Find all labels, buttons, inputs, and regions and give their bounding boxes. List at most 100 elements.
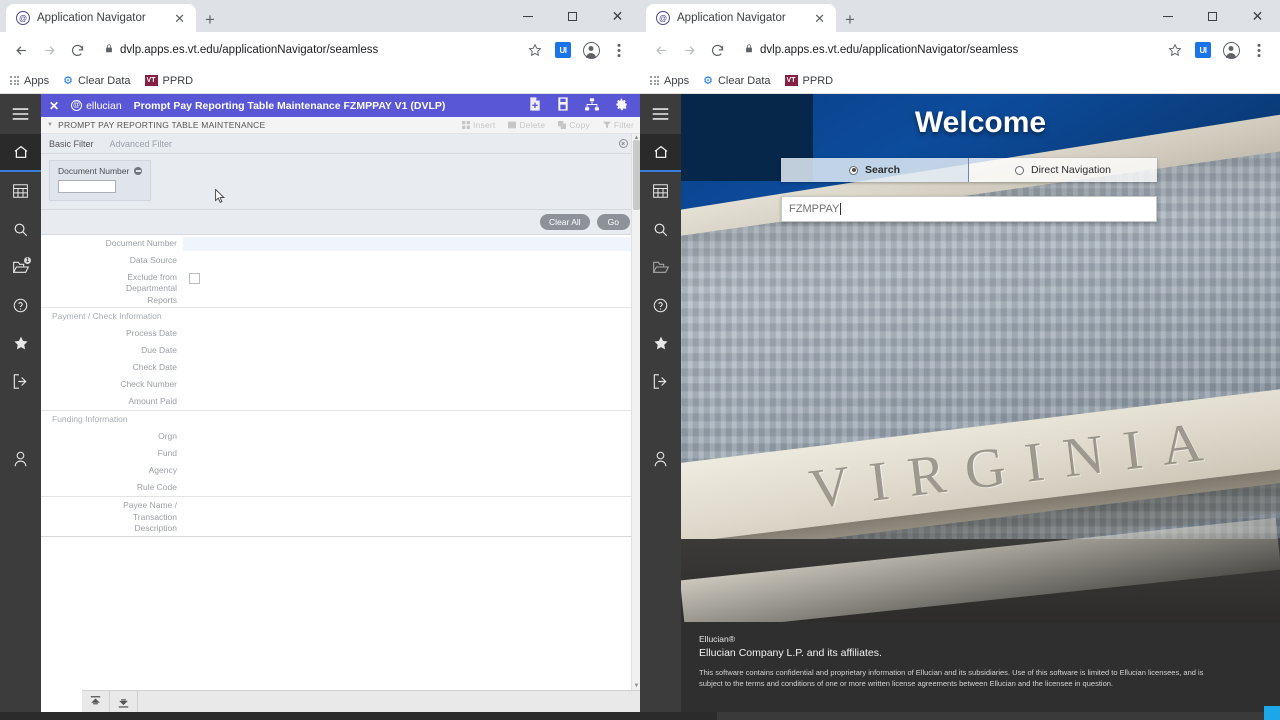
collapse-caret-icon[interactable]: ▼	[47, 122, 53, 128]
window-maximize-button[interactable]	[550, 0, 595, 32]
rail-item-favorites[interactable]	[0, 324, 41, 362]
rail-item-applications[interactable]	[640, 172, 681, 210]
chip-remove-icon[interactable]	[134, 167, 143, 175]
rail-item-search[interactable]	[640, 210, 681, 248]
bookmark-star-icon[interactable]	[522, 37, 548, 63]
radio-selected-icon	[848, 165, 858, 175]
segment-direct-navigation[interactable]: Direct Navigation	[969, 158, 1157, 182]
rail-item-my-banner[interactable]	[0, 440, 41, 478]
rail-item-recently-opened[interactable]: 1	[0, 248, 41, 286]
rail-item-recently-opened[interactable]	[640, 248, 681, 286]
close-icon: ✕	[611, 8, 624, 24]
new-tab-button[interactable]: +	[205, 11, 215, 28]
tools-gear-icon[interactable]	[615, 98, 628, 114]
tab-close-icon[interactable]: ✕	[171, 12, 188, 25]
field-value-agency[interactable]	[183, 462, 640, 476]
tab-close-icon[interactable]: ✕	[811, 12, 828, 25]
close-icon: ✕	[1251, 8, 1264, 24]
field-value-document-number[interactable]	[183, 237, 636, 251]
rail-item-sign-out[interactable]	[0, 362, 41, 400]
rail-item-home[interactable]	[640, 134, 681, 172]
scrollbar-thumb[interactable]	[633, 140, 640, 210]
bookmark-clear-data[interactable]: ⚙ Clear Data	[703, 74, 770, 88]
bookmark-apps[interactable]: Apps	[650, 75, 689, 87]
bookmark-pprd[interactable]: VT PPRD	[144, 75, 193, 87]
chrome-menu-icon[interactable]	[606, 37, 632, 63]
rail-menu-toggle[interactable]	[640, 94, 681, 134]
browser-tab-left[interactable]: @ Application Navigator ✕	[6, 4, 196, 32]
scroll-down-arrow-icon[interactable]: ▼	[633, 682, 640, 690]
ui-extension-icon[interactable]: UI	[550, 37, 576, 63]
rail-menu-toggle[interactable]	[0, 94, 41, 134]
back-icon[interactable]	[648, 37, 674, 63]
save-icon[interactable]	[557, 97, 569, 114]
rail-item-home[interactable]	[0, 134, 41, 172]
reload-icon[interactable]	[64, 37, 90, 63]
app-vertical-scrollbar[interactable]: ▲ ▼	[631, 134, 640, 690]
address-bar-left[interactable]: dvlp.apps.es.vt.edu/applicationNavigator…	[96, 37, 516, 63]
tab-advanced-filter[interactable]: Advanced Filter	[110, 139, 173, 149]
browser-tab-right[interactable]: @ Application Navigator ✕	[646, 4, 836, 32]
go-to-top-button[interactable]	[82, 690, 110, 712]
rail-item-applications[interactable]	[0, 172, 41, 210]
exclude-from-departmental-reports-checkbox[interactable]	[189, 273, 200, 284]
copy-action[interactable]: Copy	[558, 120, 590, 130]
app-close-icon[interactable]: ✕	[49, 100, 59, 112]
ui-extension-icon[interactable]: UI	[1190, 37, 1216, 63]
delete-action[interactable]: Delete	[508, 120, 545, 130]
gear-icon: ⚙	[63, 75, 73, 87]
add-page-icon[interactable]	[529, 97, 541, 114]
field-value-amount-paid[interactable]	[183, 393, 640, 407]
window-minimize-button[interactable]	[505, 0, 550, 32]
field-value-rule-code[interactable]	[183, 479, 640, 493]
bookmark-pprd[interactable]: VT PPRD	[784, 75, 833, 87]
filter-action[interactable]: Filter	[602, 120, 634, 130]
bookmark-apps[interactable]: Apps	[10, 75, 49, 87]
clear-all-button[interactable]: Clear All	[540, 214, 590, 230]
field-value-fund[interactable]	[183, 445, 640, 459]
tab-basic-filter[interactable]: Basic Filter	[49, 139, 94, 149]
field-value-check-date[interactable]	[183, 359, 640, 373]
forward-icon[interactable]	[676, 37, 702, 63]
profile-avatar-icon[interactable]	[1218, 37, 1244, 63]
go-button[interactable]: Go	[596, 214, 630, 230]
rail-item-favorites[interactable]	[640, 324, 681, 362]
rail-item-help[interactable]	[640, 286, 681, 324]
rail-item-sign-out[interactable]	[640, 362, 681, 400]
go-to-bottom-button[interactable]	[110, 690, 138, 712]
tab-strip-left: @ Application Navigator ✕ + ✕	[0, 0, 640, 32]
browser-window-left: @ Application Navigator ✕ + ✕ dvlp.apps.…	[0, 0, 640, 712]
address-bar-right[interactable]: dvlp.apps.es.vt.edu/applicationNavigator…	[736, 37, 1156, 63]
rail-badge-count: 1	[23, 256, 32, 265]
reload-icon[interactable]	[704, 37, 730, 63]
filter-close-icon[interactable]	[619, 139, 628, 148]
window-close-button[interactable]: ✕	[595, 0, 640, 32]
rail-item-my-banner[interactable]	[640, 440, 681, 478]
field-label-payee-name: Payee Name / Transaction Description	[123, 500, 177, 534]
window-maximize-button[interactable]	[1190, 0, 1235, 32]
field-value-check-number[interactable]	[183, 376, 640, 390]
rail-item-help[interactable]	[0, 286, 41, 324]
related-sitemap-icon[interactable]	[585, 97, 599, 114]
document-number-filter-input[interactable]	[58, 180, 116, 193]
bookmark-star-icon[interactable]	[1162, 37, 1188, 63]
rail-item-search[interactable]	[0, 210, 41, 248]
field-value-due-date[interactable]	[183, 342, 640, 356]
profile-avatar-icon[interactable]	[578, 37, 604, 63]
desktop-taskbar[interactable]	[0, 712, 1280, 720]
chrome-menu-icon[interactable]	[1246, 37, 1272, 63]
window-close-button[interactable]: ✕	[1235, 0, 1280, 32]
form-row: Payee Name / Transaction Description	[41, 497, 640, 535]
window-minimize-button[interactable]	[1145, 0, 1190, 32]
back-icon[interactable]	[8, 37, 34, 63]
bookmark-clear-data[interactable]: ⚙ Clear Data	[63, 74, 130, 88]
field-value-payee-name[interactable]	[183, 497, 640, 511]
insert-action[interactable]: Insert	[462, 120, 495, 130]
field-value-orgn[interactable]	[183, 428, 640, 442]
forward-icon[interactable]	[36, 37, 62, 63]
field-value-data-source[interactable]	[183, 252, 640, 266]
segment-search[interactable]: Search	[781, 158, 969, 182]
new-tab-button[interactable]: +	[845, 11, 855, 28]
welcome-search-input[interactable]: FZMPPAY	[781, 196, 1157, 222]
field-value-process-date[interactable]	[183, 325, 640, 339]
